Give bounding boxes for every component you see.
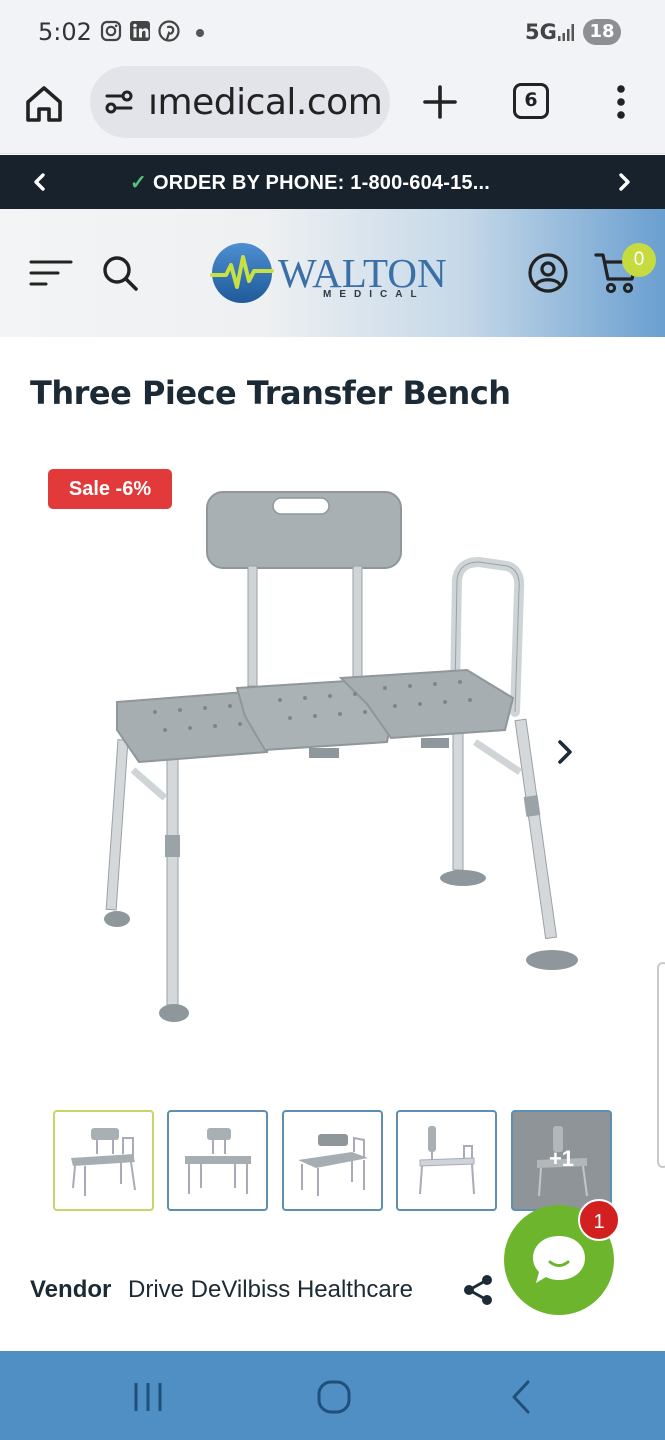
chevron-right-icon[interactable]: [610, 168, 638, 196]
thumbnail-image: [298, 1134, 368, 1196]
search-icon[interactable]: [100, 253, 140, 293]
more-images-label: +1: [548, 1146, 575, 1171]
browser-toolbar: ımedical.com 6: [0, 64, 665, 154]
home-nav-icon[interactable]: [314, 1377, 354, 1417]
chat-bubble-icon: [533, 1236, 585, 1283]
system-navigation-bar: [0, 1351, 665, 1440]
tab-switcher-button[interactable]: 6: [513, 83, 549, 119]
cart-count-badge: 0: [622, 243, 656, 277]
back-nav-icon[interactable]: [502, 1377, 542, 1417]
product-image[interactable]: [95, 480, 595, 1040]
account-icon[interactable]: [527, 252, 569, 294]
thumbnail-image: [185, 1128, 251, 1194]
edge-panel-handle[interactable]: [657, 962, 665, 1168]
battery-indicator: 18: [583, 19, 621, 45]
heartbeat-logo-icon: [210, 243, 274, 303]
network-type: 5G: [525, 20, 557, 44]
thumbnail-5[interactable]: +1: [511, 1110, 612, 1211]
chevron-left-icon[interactable]: [26, 168, 54, 196]
announcement-text[interactable]: ✓ ORDER BY PHONE: 1-800-604-15...: [130, 170, 490, 195]
product-title: Three Piece Transfer Bench: [30, 374, 511, 412]
pinterest-icon: [158, 20, 180, 42]
notification-dot: [196, 29, 204, 37]
sale-badge: Sale -6%: [48, 469, 172, 509]
check-icon: ✓: [130, 172, 147, 194]
site-settings-icon[interactable]: [104, 88, 134, 116]
site-header: WALTON MEDICAL 0: [0, 209, 665, 337]
status-bar: 5:02 5G 18: [0, 0, 665, 64]
linkedin-icon: [130, 21, 150, 41]
recent-apps-icon[interactable]: [128, 1377, 168, 1417]
status-time: 5:02: [38, 18, 92, 46]
thumbnail-1[interactable]: [53, 1110, 154, 1211]
instagram-icon: [100, 20, 122, 42]
signal-icon: [558, 24, 574, 41]
address-bar[interactable]: ımedical.com: [90, 66, 390, 138]
thumbnail-4[interactable]: [396, 1110, 497, 1211]
site-logo[interactable]: WALTON MEDICAL: [210, 237, 460, 313]
thumbnail-image: [71, 1128, 136, 1196]
thumbnail-2[interactable]: [167, 1110, 268, 1211]
gallery-next-icon[interactable]: [550, 735, 580, 769]
share-icon[interactable]: [462, 1273, 494, 1307]
more-options-icon[interactable]: [606, 82, 636, 122]
thumbnail-image: [419, 1126, 475, 1195]
home-icon[interactable]: [22, 82, 66, 126]
url-text: ımedical.com: [148, 82, 383, 123]
announcement-label: ORDER BY PHONE: 1-800-604-15...: [152, 172, 491, 194]
vendor-value[interactable]: Drive DeVilbiss Healthcare: [128, 1276, 413, 1304]
chat-unread-badge: 1: [578, 1199, 620, 1241]
vendor-label: Vendor: [30, 1276, 112, 1303]
logo-subtitle: MEDICAL: [323, 289, 425, 300]
announcement-bar: ✓ ORDER BY PHONE: 1-800-604-15...: [0, 155, 665, 209]
hamburger-menu-icon[interactable]: [28, 253, 74, 293]
new-tab-icon[interactable]: [420, 82, 460, 122]
thumbnail-3[interactable]: [282, 1110, 383, 1211]
